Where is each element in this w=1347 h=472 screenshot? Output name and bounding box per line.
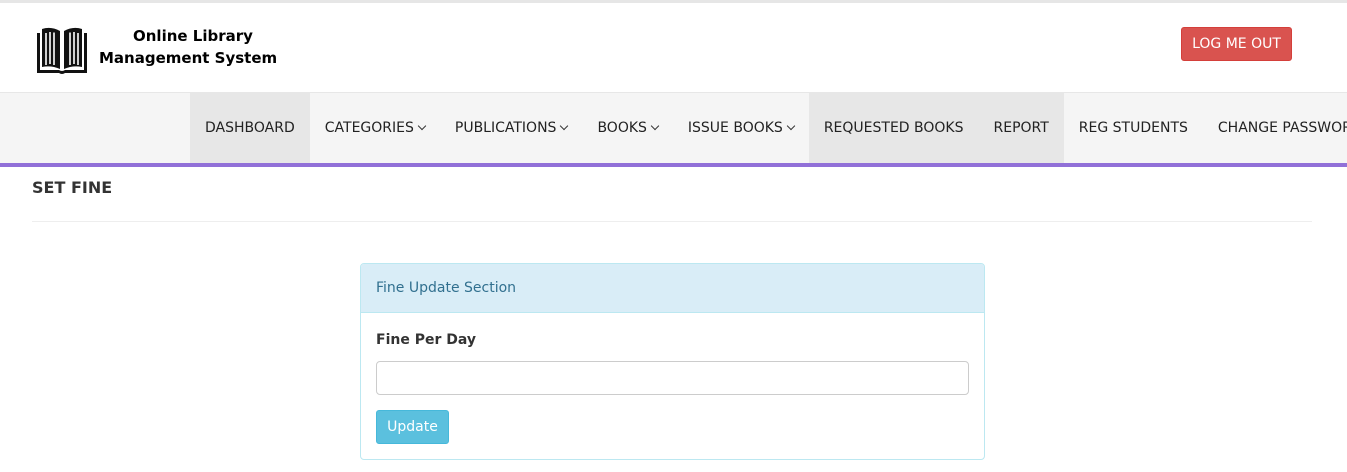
panel-heading: Fine Update Section <box>361 264 984 313</box>
update-button[interactable]: Update <box>376 410 449 444</box>
nav-item-change-password[interactable]: CHANGE PASSWORD <box>1203 93 1347 163</box>
fine-update-panel: Fine Update Section Fine Per Day Update <box>360 263 985 460</box>
nav-item-categories[interactable]: CATEGORIES <box>310 93 440 163</box>
nav-item-books[interactable]: BOOKS <box>582 93 672 163</box>
nav-item-label: BOOKS <box>597 120 647 136</box>
chevron-down-icon <box>650 121 660 131</box>
nav-item-label: ISSUE BOOKS <box>687 120 783 136</box>
nav-item-label: CATEGORIES <box>324 120 414 136</box>
fine-per-day-label: Fine Per Day <box>376 332 476 348</box>
nav-item-label: REG STUDENTS <box>1078 120 1188 136</box>
open-book-icon <box>37 27 87 74</box>
logout-button[interactable]: LOG ME OUT <box>1181 27 1292 61</box>
page-title: SET FINE <box>32 178 113 197</box>
main-navbar: DASHBOARD CATEGORIES PUBLICATIONS BOOKS … <box>0 92 1347 167</box>
nav-menu: DASHBOARD CATEGORIES PUBLICATIONS BOOKS … <box>190 93 1347 163</box>
nav-item-label: PUBLICATIONS <box>454 120 557 136</box>
nav-item-label: REQUESTED BOOKS <box>823 120 964 136</box>
nav-item-label: CHANGE PASSWORD <box>1217 120 1347 136</box>
brand-line-1: Online Library <box>133 27 253 45</box>
nav-item-report[interactable]: REPORT <box>978 93 1064 163</box>
site-header: Online Library Management System LOG ME … <box>0 3 1347 92</box>
title-divider <box>32 221 1312 222</box>
chevron-down-icon <box>560 121 569 131</box>
nav-item-reg-students[interactable]: REG STUDENTS <box>1064 93 1203 163</box>
chevron-down-icon <box>786 121 796 131</box>
nav-item-publications[interactable]: PUBLICATIONS <box>440 93 583 163</box>
nav-item-dashboard[interactable]: DASHBOARD <box>190 93 310 163</box>
site-brand[interactable]: Online Library Management System <box>99 25 277 69</box>
nav-item-issue-books[interactable]: ISSUE BOOKS <box>673 93 809 163</box>
nav-item-label: DASHBOARD <box>205 120 295 136</box>
chevron-down-icon <box>417 121 427 131</box>
nav-item-label: REPORT <box>993 120 1049 136</box>
nav-item-requested-books[interactable]: REQUESTED BOOKS <box>808 93 979 163</box>
brand-line-2: Management System <box>99 49 278 67</box>
fine-per-day-input[interactable] <box>376 361 969 395</box>
